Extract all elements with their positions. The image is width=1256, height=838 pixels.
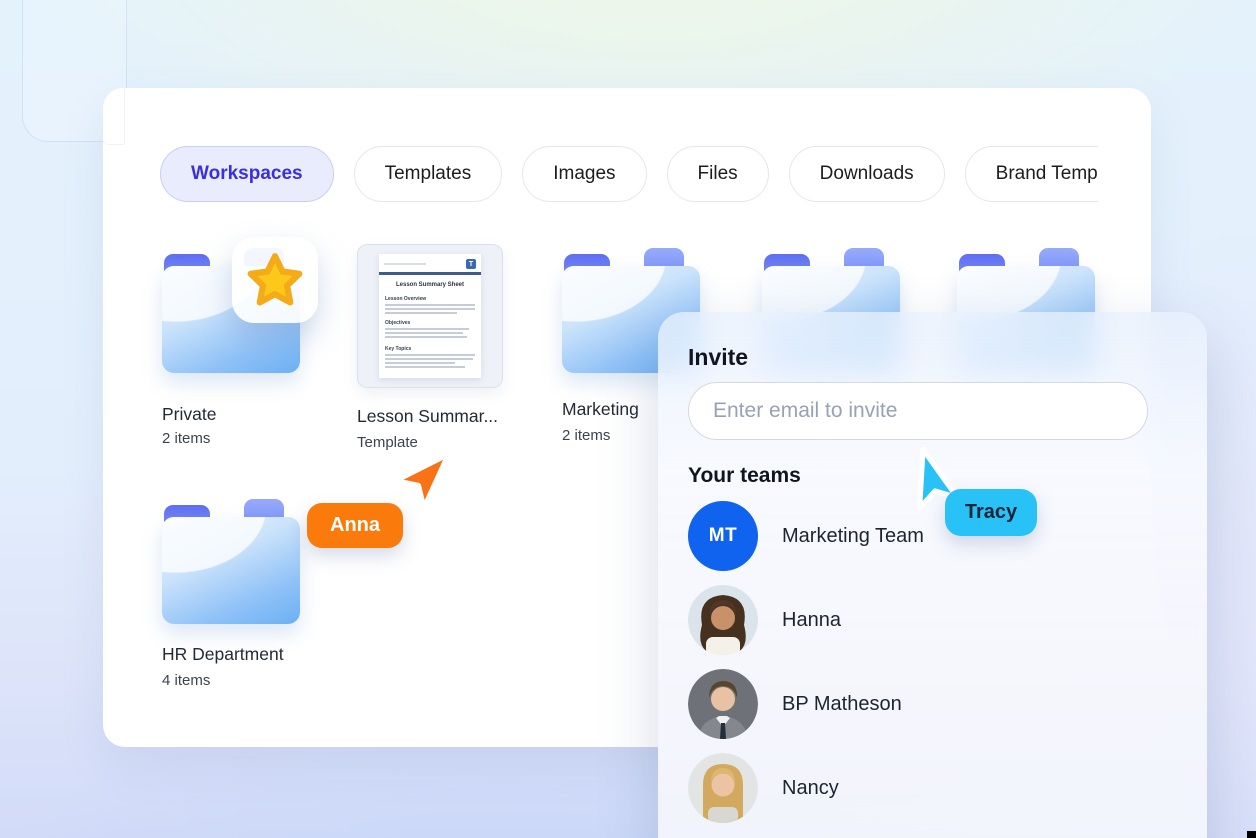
tab-files[interactable]: Files xyxy=(667,146,769,202)
tab-workspaces[interactable]: Workspaces xyxy=(160,146,334,202)
doc-text-line xyxy=(385,362,455,364)
team-name: Nancy xyxy=(782,777,839,800)
doc-header-line xyxy=(384,263,426,265)
card-corner-notch xyxy=(103,88,125,145)
doc-text-line xyxy=(385,304,475,306)
team-name: BP Matheson xyxy=(782,693,902,716)
doc-text-line xyxy=(385,332,463,334)
invite-email-input[interactable] xyxy=(688,382,1148,440)
doc-text-line xyxy=(385,336,467,338)
tracy-cursor-label: Tracy xyxy=(945,489,1037,536)
folder-name: HR Department xyxy=(162,644,284,665)
doc-divider xyxy=(379,272,481,275)
doc-title: Lesson Summary Sheet xyxy=(379,282,481,288)
folder-meta: 4 items xyxy=(162,672,210,689)
tab-templates[interactable]: Templates xyxy=(354,146,503,202)
team-avatar-initials: MT xyxy=(688,501,758,571)
doc-logo-icon: T xyxy=(466,259,476,269)
your-teams-heading: Your teams xyxy=(688,464,801,488)
star-icon xyxy=(246,251,304,309)
doc-text-line xyxy=(385,366,465,368)
invite-panel: Invite Your teams MT Marketing Team xyxy=(658,312,1207,838)
template-card-lesson-summary[interactable]: T Lesson Summary Sheet Lesson Overview O… xyxy=(357,244,503,388)
favorite-star-badge xyxy=(232,237,318,323)
team-name: Marketing Team xyxy=(782,525,924,548)
folder-hr-department[interactable] xyxy=(162,499,300,624)
doc-text-line xyxy=(385,308,475,310)
folder-meta: 2 items xyxy=(162,430,210,447)
filter-tabs: Workspaces Templates Images Files Downlo… xyxy=(160,146,1098,204)
team-row-nancy[interactable]: Nancy xyxy=(688,753,1168,823)
app-canvas: Workspaces Templates Images Files Downlo… xyxy=(0,0,1256,838)
avatar-bp-matheson xyxy=(688,669,758,739)
template-meta: Template xyxy=(357,434,418,451)
corner-artifact xyxy=(1247,831,1256,838)
tab-downloads[interactable]: Downloads xyxy=(789,146,945,202)
doc-text-line xyxy=(385,328,469,330)
anna-cursor-label: Anna xyxy=(307,503,403,548)
team-row-hanna[interactable]: Hanna xyxy=(688,585,1168,655)
tab-brand-templates[interactable]: Brand Templates xyxy=(965,146,1098,202)
team-name: Hanna xyxy=(782,609,841,632)
template-name: Lesson Summar... xyxy=(357,406,498,427)
avatar-hanna xyxy=(688,585,758,655)
doc-heading: Lesson Overview xyxy=(385,296,426,302)
avatar-nancy xyxy=(688,753,758,823)
doc-heading: Objectives xyxy=(385,320,410,326)
folder-name: Marketing xyxy=(562,399,639,420)
tab-images[interactable]: Images xyxy=(522,146,646,202)
invite-title: Invite xyxy=(688,344,748,371)
doc-text-line xyxy=(385,312,457,314)
document-preview: T Lesson Summary Sheet Lesson Overview O… xyxy=(379,254,481,378)
doc-heading: Key Topics xyxy=(385,346,411,352)
doc-text-line xyxy=(385,358,473,360)
folder-meta: 2 items xyxy=(562,427,610,444)
folder-name: Private xyxy=(162,404,216,425)
doc-text-line xyxy=(385,354,475,356)
folder-body-icon xyxy=(162,517,300,624)
team-row-bp-matheson[interactable]: BP Matheson xyxy=(688,669,1168,739)
